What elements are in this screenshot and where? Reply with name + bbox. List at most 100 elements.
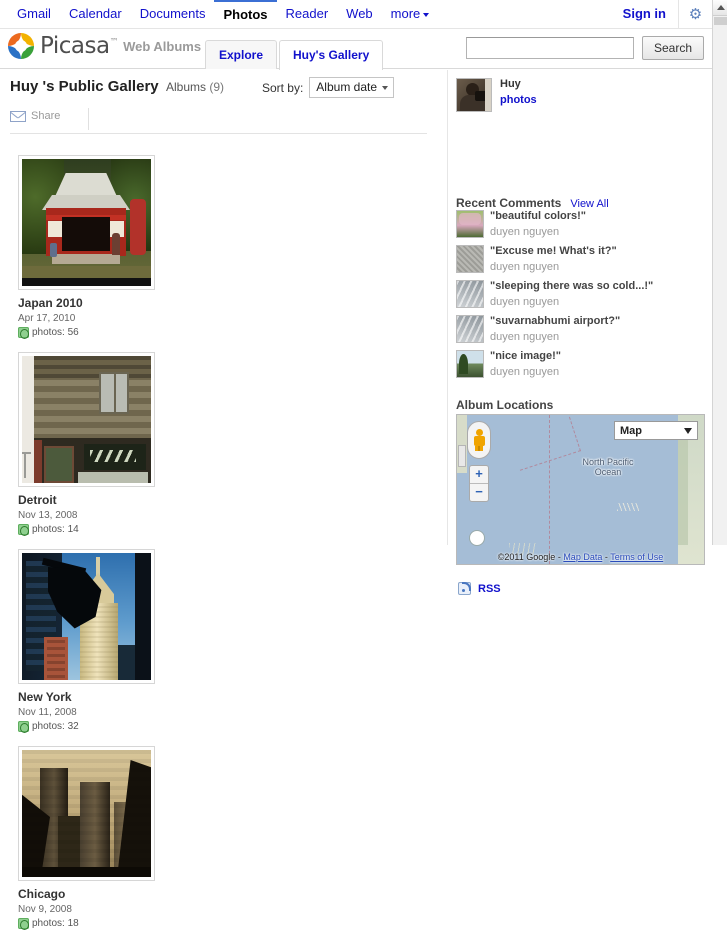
album-photo-count-label: photos: 56 bbox=[32, 327, 79, 338]
album-thumbnail[interactable] bbox=[18, 155, 155, 290]
gbar-link-calendar[interactable]: Calendar bbox=[60, 0, 131, 28]
search-input[interactable] bbox=[465, 37, 634, 59]
album-thumbnail[interactable] bbox=[18, 746, 155, 881]
comment-item[interactable]: "nice image!" duyen nguyen bbox=[456, 350, 705, 383]
gbar-link-gmail[interactable]: Gmail bbox=[8, 0, 60, 28]
chevron-down-icon bbox=[382, 86, 388, 90]
chevron-down-icon bbox=[423, 12, 430, 17]
comment-item[interactable]: "beautiful colors!" duyen nguyen bbox=[456, 210, 705, 243]
map-attribution: ©2011 Google - Map Data - Terms of Use bbox=[457, 552, 704, 562]
recent-comments-header: Recent Comments View All bbox=[456, 196, 705, 210]
pegman-icon bbox=[473, 429, 485, 451]
gbar-link-documents[interactable]: Documents bbox=[131, 0, 215, 28]
logo-text: Picasa bbox=[40, 33, 110, 59]
logo-trademark: ™ bbox=[109, 37, 119, 48]
comment-text: "sleeping there was so cold...!" bbox=[490, 280, 654, 292]
album-title[interactable]: Detroit bbox=[18, 493, 174, 507]
gbar-link-photos[interactable]: Photos bbox=[214, 0, 277, 28]
search-button[interactable]: Search bbox=[641, 36, 704, 60]
owner-name: Huy bbox=[500, 78, 521, 90]
map-ocean-label-line1: North Pacific bbox=[582, 457, 634, 467]
comment-author: duyen nguyen bbox=[490, 366, 560, 378]
map-type-label: Map bbox=[620, 424, 642, 437]
settings-button[interactable]: ⚙ bbox=[678, 0, 712, 28]
chevron-down-icon bbox=[684, 427, 692, 434]
gbar-link-web[interactable]: Web bbox=[337, 0, 382, 28]
album-thumbnail-image bbox=[22, 750, 151, 877]
gbar-more-menu[interactable]: more bbox=[382, 0, 439, 28]
comment-thumbnail[interactable] bbox=[456, 210, 484, 238]
thumbnail-art-japan bbox=[22, 159, 151, 286]
album-card[interactable]: New York Nov 11, 2008 photos: 32 bbox=[18, 549, 174, 733]
thumbnail-art-chicago bbox=[22, 750, 151, 877]
avatar[interactable] bbox=[456, 78, 492, 112]
google-bar-right: Sign in ⚙ bbox=[611, 0, 712, 28]
recent-comments-list: "beautiful colors!" duyen nguyen "Excuse… bbox=[456, 210, 705, 385]
share-button[interactable]: Share bbox=[10, 108, 78, 122]
picasa-header: Picasa™ Web Albums Explore Huy's Gallery… bbox=[0, 29, 712, 70]
album-grid: Japan 2010 Apr 17, 2010 photos: 56 Detro… bbox=[18, 155, 318, 943]
map-zoom-slider[interactable] bbox=[458, 445, 466, 467]
comment-item[interactable]: "suvarnabhumi airport?" duyen nguyen bbox=[456, 315, 705, 348]
album-thumbnail[interactable] bbox=[18, 352, 155, 487]
sort-select[interactable]: Album date bbox=[309, 77, 394, 98]
logo-wordmark: Picasa™ bbox=[40, 33, 119, 59]
album-title[interactable]: Japan 2010 bbox=[18, 296, 174, 310]
album-date: Nov 9, 2008 bbox=[18, 904, 72, 915]
pegman-control[interactable] bbox=[467, 421, 491, 459]
album-card[interactable]: Japan 2010 Apr 17, 2010 photos: 56 bbox=[18, 155, 174, 339]
map-zoom-out-button[interactable]: − bbox=[470, 484, 488, 501]
sort-label: Sort by: bbox=[261, 80, 304, 95]
map-type-select[interactable]: Map bbox=[614, 421, 698, 440]
sign-in-link[interactable]: Sign in bbox=[611, 0, 678, 28]
album-photo-count-label: photos: 18 bbox=[32, 918, 79, 929]
album-photo-count: photos: 32 bbox=[18, 721, 174, 733]
picasa-pinwheel-icon bbox=[8, 33, 34, 59]
share-label: Share bbox=[31, 110, 61, 122]
scrollbar-thumb[interactable] bbox=[714, 17, 727, 25]
album-date: Apr 17, 2010 bbox=[18, 313, 76, 324]
comment-author: duyen nguyen bbox=[490, 226, 560, 238]
album-card[interactable]: Detroit Nov 13, 2008 photos: 14 bbox=[18, 352, 174, 536]
gbar-link-reader[interactable]: Reader bbox=[277, 0, 338, 28]
album-title[interactable]: Chicago bbox=[18, 887, 174, 901]
gallery-title-row: Huy 's Public Gallery Albums (9) Sort by… bbox=[10, 77, 439, 100]
album-card[interactable]: Chicago Nov 9, 2008 photos: 18 bbox=[18, 746, 174, 930]
comment-item[interactable]: "sleeping there was so cold...!" duyen n… bbox=[456, 280, 705, 313]
terms-of-use-link[interactable]: Terms of Use bbox=[610, 552, 663, 562]
map-marker[interactable] bbox=[469, 530, 485, 546]
album-photo-count-label: photos: 32 bbox=[32, 721, 79, 732]
owner-block: Huy photos bbox=[456, 78, 537, 112]
tab-explore[interactable]: Explore bbox=[205, 40, 278, 69]
comment-body: "nice image!" duyen nguyen bbox=[490, 350, 561, 378]
picasa-logo[interactable]: Picasa™ Web Albums bbox=[8, 33, 201, 59]
vertical-scrollbar[interactable] bbox=[712, 0, 727, 545]
gear-icon: ⚙ bbox=[688, 5, 703, 23]
comment-item[interactable]: "Excuse me! What's it?" duyen nguyen bbox=[456, 245, 705, 278]
tab-huys-gallery[interactable]: Huy's Gallery bbox=[279, 40, 384, 70]
map-island bbox=[617, 503, 639, 511]
owner-photos-link[interactable]: photos bbox=[500, 94, 537, 106]
rss-icon bbox=[458, 582, 471, 595]
thumbnail-art-detroit bbox=[22, 356, 151, 483]
comment-thumbnail[interactable] bbox=[456, 280, 484, 308]
map-data-link[interactable]: Map Data bbox=[563, 552, 602, 562]
rss-link[interactable]: RSS bbox=[458, 582, 501, 595]
comment-thumbnail[interactable] bbox=[456, 245, 484, 273]
album-title[interactable]: New York bbox=[18, 690, 174, 704]
comment-text: "beautiful colors!" bbox=[490, 210, 586, 222]
album-thumbnail[interactable] bbox=[18, 549, 155, 684]
map-ocean-label: North Pacific Ocean bbox=[565, 457, 651, 477]
comment-text: "nice image!" bbox=[490, 350, 561, 362]
albums-count: (9) bbox=[209, 80, 224, 94]
view-all-comments-link[interactable]: View All bbox=[570, 198, 608, 210]
comment-thumbnail[interactable] bbox=[456, 315, 484, 343]
album-locations-map[interactable]: North Pacific Ocean + − Map ©2011 Google bbox=[456, 414, 705, 565]
scroll-up-button[interactable] bbox=[713, 0, 727, 16]
album-photo-count: photos: 56 bbox=[18, 327, 174, 339]
comment-text: "Excuse me! What's it?" bbox=[490, 245, 617, 257]
sort-control: Sort by: Album date bbox=[262, 77, 394, 98]
comment-thumbnail[interactable] bbox=[456, 350, 484, 378]
comment-author: duyen nguyen bbox=[490, 296, 560, 308]
map-zoom-in-button[interactable]: + bbox=[470, 466, 488, 483]
